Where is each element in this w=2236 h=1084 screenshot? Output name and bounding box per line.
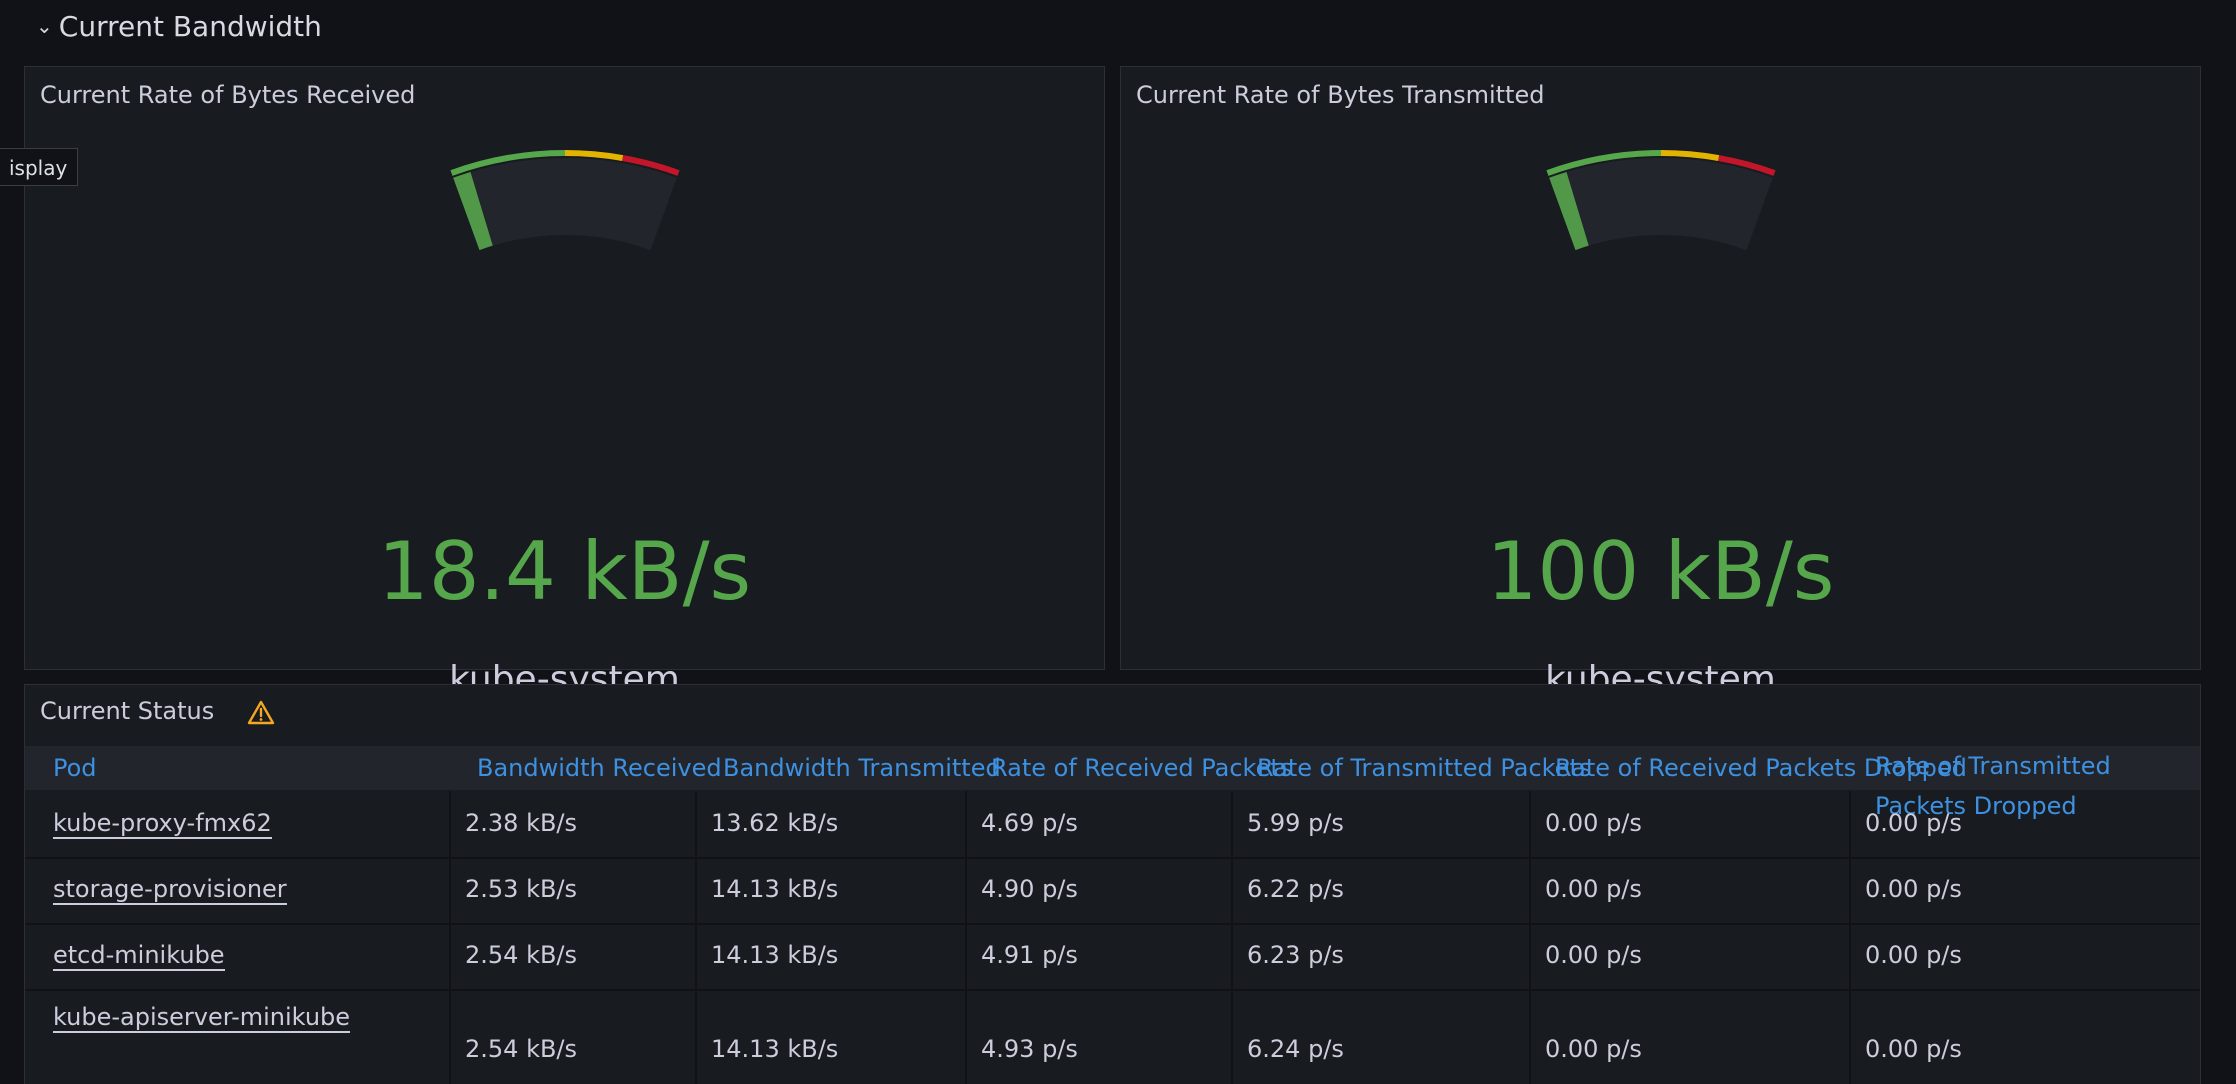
gauge-value: 18.4 kB/s: [377, 525, 752, 618]
table-cell: 2.38 kB/s: [449, 791, 695, 857]
tooltip: isplay: [0, 148, 79, 186]
table-cell: 6.24 p/s: [1231, 989, 1529, 1084]
table-cell: kube-apiserver-minikube: [25, 989, 449, 1084]
cell-value: 0.00 p/s: [1865, 809, 1962, 837]
cell-value: 4.69 p/s: [981, 809, 1078, 837]
table-cell: 0.00 p/s: [1529, 989, 1849, 1084]
table-cell: 6.23 p/s: [1231, 923, 1529, 989]
cell-value: 0.00 p/s: [1865, 875, 1962, 903]
cell-value: 2.54 kB/s: [465, 1035, 578, 1063]
column-header-pod[interactable]: Pod: [53, 754, 97, 782]
warning-icon[interactable]: [247, 699, 275, 727]
table-cell: kube-proxy-fmx62: [25, 791, 449, 857]
table-header: Pod Bandwidth Received Bandwidth Transmi…: [25, 746, 2200, 820]
panel-title[interactable]: Current Status: [40, 697, 214, 725]
cell-value: 0.00 p/s: [1545, 941, 1642, 969]
row-title[interactable]: Current Bandwidth: [59, 10, 322, 43]
cell-value: 2.38 kB/s: [465, 809, 578, 837]
table-row: etcd-minikube 2.54 kB/s 14.13 kB/s 4.91 …: [25, 923, 2200, 991]
cell-value: 4.90 p/s: [981, 875, 1078, 903]
cell-value: 13.62 kB/s: [711, 809, 839, 837]
table-cell: 2.54 kB/s: [449, 989, 695, 1084]
pod-link[interactable]: storage-provisioner: [53, 875, 287, 905]
pod-link[interactable]: kube-apiserver-minikube: [53, 1003, 351, 1033]
cell-value: 0.00 p/s: [1545, 1035, 1642, 1063]
table-cell: 14.13 kB/s: [695, 923, 965, 989]
gauge-panel-bytes-transmitted: Current Rate of Bytes Transmitted 100 kB…: [1120, 66, 2201, 700]
table-cell: 14.13 kB/s: [695, 989, 965, 1084]
table-cell: 4.69 p/s: [965, 791, 1231, 857]
table-cell: 4.90 p/s: [965, 857, 1231, 923]
status-panel: Current Status Pod Bandwidth Received Ba…: [24, 684, 2201, 1084]
table-cell: 0.00 p/s: [1529, 791, 1849, 857]
column-header-rate-received-packets[interactable]: Rate of Received Packets: [991, 754, 1292, 782]
table-cell: 0.00 p/s: [1849, 923, 2200, 989]
cell-value: 14.13 kB/s: [711, 941, 839, 969]
cell-value: 5.99 p/s: [1247, 809, 1344, 837]
table-cell: 0.00 p/s: [1529, 857, 1849, 923]
table-cell: 4.93 p/s: [965, 989, 1231, 1084]
table-cell: 4.91 p/s: [965, 923, 1231, 989]
chevron-down-icon[interactable]: ⌄: [36, 16, 53, 36]
cell-value: 4.91 p/s: [981, 941, 1078, 969]
table-cell: 14.13 kB/s: [695, 857, 965, 923]
column-header-rate-transmitted-packets[interactable]: Rate of Transmitted Packets: [1257, 754, 1591, 782]
table-cell: etcd-minikube: [25, 923, 449, 989]
cell-value: 2.54 kB/s: [465, 941, 578, 969]
table-cell: 0.00 p/s: [1849, 989, 2200, 1084]
table-cell: 5.99 p/s: [1231, 791, 1529, 857]
cell-value: 14.13 kB/s: [711, 1035, 839, 1063]
table-cell: 0.00 p/s: [1529, 923, 1849, 989]
cell-value: 2.53 kB/s: [465, 875, 578, 903]
pod-link[interactable]: etcd-minikube: [53, 941, 225, 971]
gauge-panel-bytes-received: Current Rate of Bytes Received 18.4 kB/s…: [24, 66, 1105, 700]
cell-value: 0.00 p/s: [1545, 809, 1642, 837]
table-row: storage-provisioner 2.53 kB/s 14.13 kB/s…: [25, 857, 2200, 925]
table-row: kube-apiserver-minikube 2.54 kB/s 14.13 …: [25, 989, 2200, 1084]
table-cell: 13.62 kB/s: [695, 791, 965, 857]
column-header-bandwidth-transmitted[interactable]: Bandwidth Transmitted: [723, 754, 1001, 782]
cell-value: 6.22 p/s: [1247, 875, 1344, 903]
table-cell: 0.00 p/s: [1849, 791, 2200, 857]
cell-value: 0.00 p/s: [1865, 941, 1962, 969]
pod-link[interactable]: kube-proxy-fmx62: [53, 809, 272, 839]
cell-value: 14.13 kB/s: [711, 875, 839, 903]
cell-value: 6.23 p/s: [1247, 941, 1344, 969]
column-header-bandwidth-received[interactable]: Bandwidth Received: [477, 754, 722, 782]
table-cell: 2.53 kB/s: [449, 857, 695, 923]
cell-value: 4.93 p/s: [981, 1035, 1078, 1063]
table-cell: storage-provisioner: [25, 857, 449, 923]
table-row: kube-proxy-fmx62 2.38 kB/s 13.62 kB/s 4.…: [25, 791, 2200, 859]
table-cell: 6.22 p/s: [1231, 857, 1529, 923]
cell-value: 6.24 p/s: [1247, 1035, 1344, 1063]
cell-value: 0.00 p/s: [1865, 1035, 1962, 1063]
row-header-current-bandwidth[interactable]: ⌄ Current Bandwidth: [36, 6, 322, 46]
table-cell: 2.54 kB/s: [449, 923, 695, 989]
gauge-value: 100 kB/s: [1486, 525, 1835, 618]
table-cell: 0.00 p/s: [1849, 857, 2200, 923]
cell-value: 0.00 p/s: [1545, 875, 1642, 903]
